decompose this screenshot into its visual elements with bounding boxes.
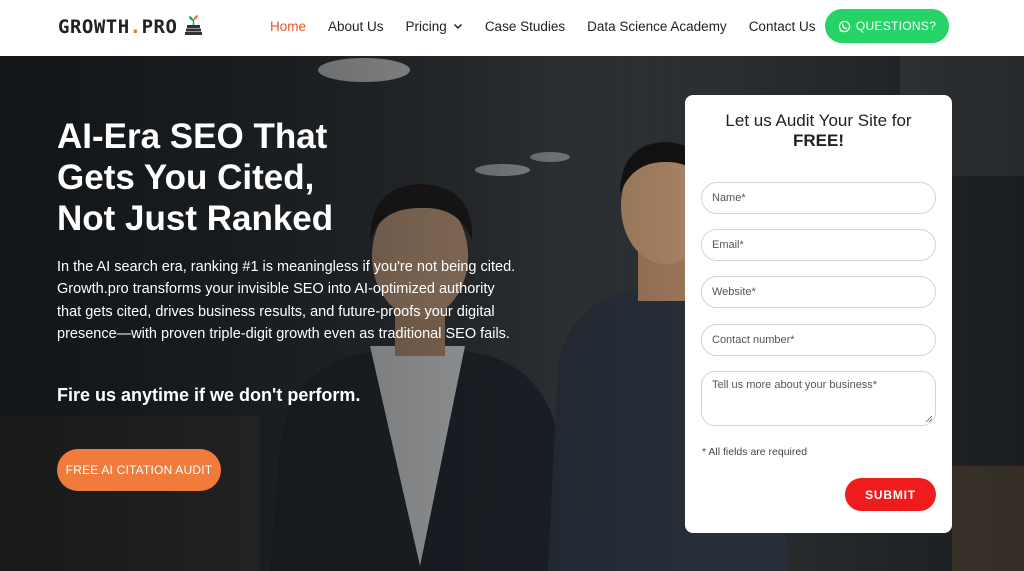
hero-headline: AI-Era SEO That Gets You Cited, Not Just… [57,117,334,238]
site-header: GROWTH.PRO Home About Us Pricing Case St… [0,0,1024,56]
name-field[interactable]: Name* [701,182,936,214]
required-note: * All fields are required [702,446,808,458]
email-field[interactable]: Email* [701,229,936,261]
nav-pricing[interactable]: Pricing [406,19,463,34]
chevron-down-icon [453,23,462,30]
nav-about-us[interactable]: About Us [328,19,384,34]
nav-contact-us[interactable]: Contact Us [749,19,816,34]
logo-text: GROWTH.PRO [58,16,178,38]
nav-case-studies[interactable]: Case Studies [485,19,565,34]
whatsapp-icon [838,20,851,32]
submit-button[interactable]: SUBMIT [845,478,936,511]
questions-button[interactable]: QUESTIONS? [825,9,949,43]
form-title: Let us Audit Your Site for FREE! [725,111,912,150]
nav-data-science-academy[interactable]: Data Science Academy [587,19,727,34]
growth-plant-books-icon [185,15,203,35]
hero-description: In the AI search era, ranking #1 is mean… [57,259,516,342]
main-nav: Home About Us Pricing Case Studies Data … [270,0,837,52]
contact-number-field[interactable]: Contact number* [701,324,936,356]
business-textarea[interactable]: Tell us more about your business* [701,371,936,426]
resize-handle-icon[interactable] [925,415,932,422]
nav-home[interactable]: Home [270,19,306,34]
audit-form: Let us Audit Your Site for FREE! Name* E… [685,95,952,533]
free-audit-button[interactable]: FREE AI CITATION AUDIT [57,449,221,491]
logo[interactable]: GROWTH.PRO [58,14,207,40]
website-field[interactable]: Website* [701,276,936,308]
hero-tagline: Fire us anytime if we don't perform. [57,385,361,405]
business-textarea-placeholder: Tell us more about your business* [712,379,878,391]
